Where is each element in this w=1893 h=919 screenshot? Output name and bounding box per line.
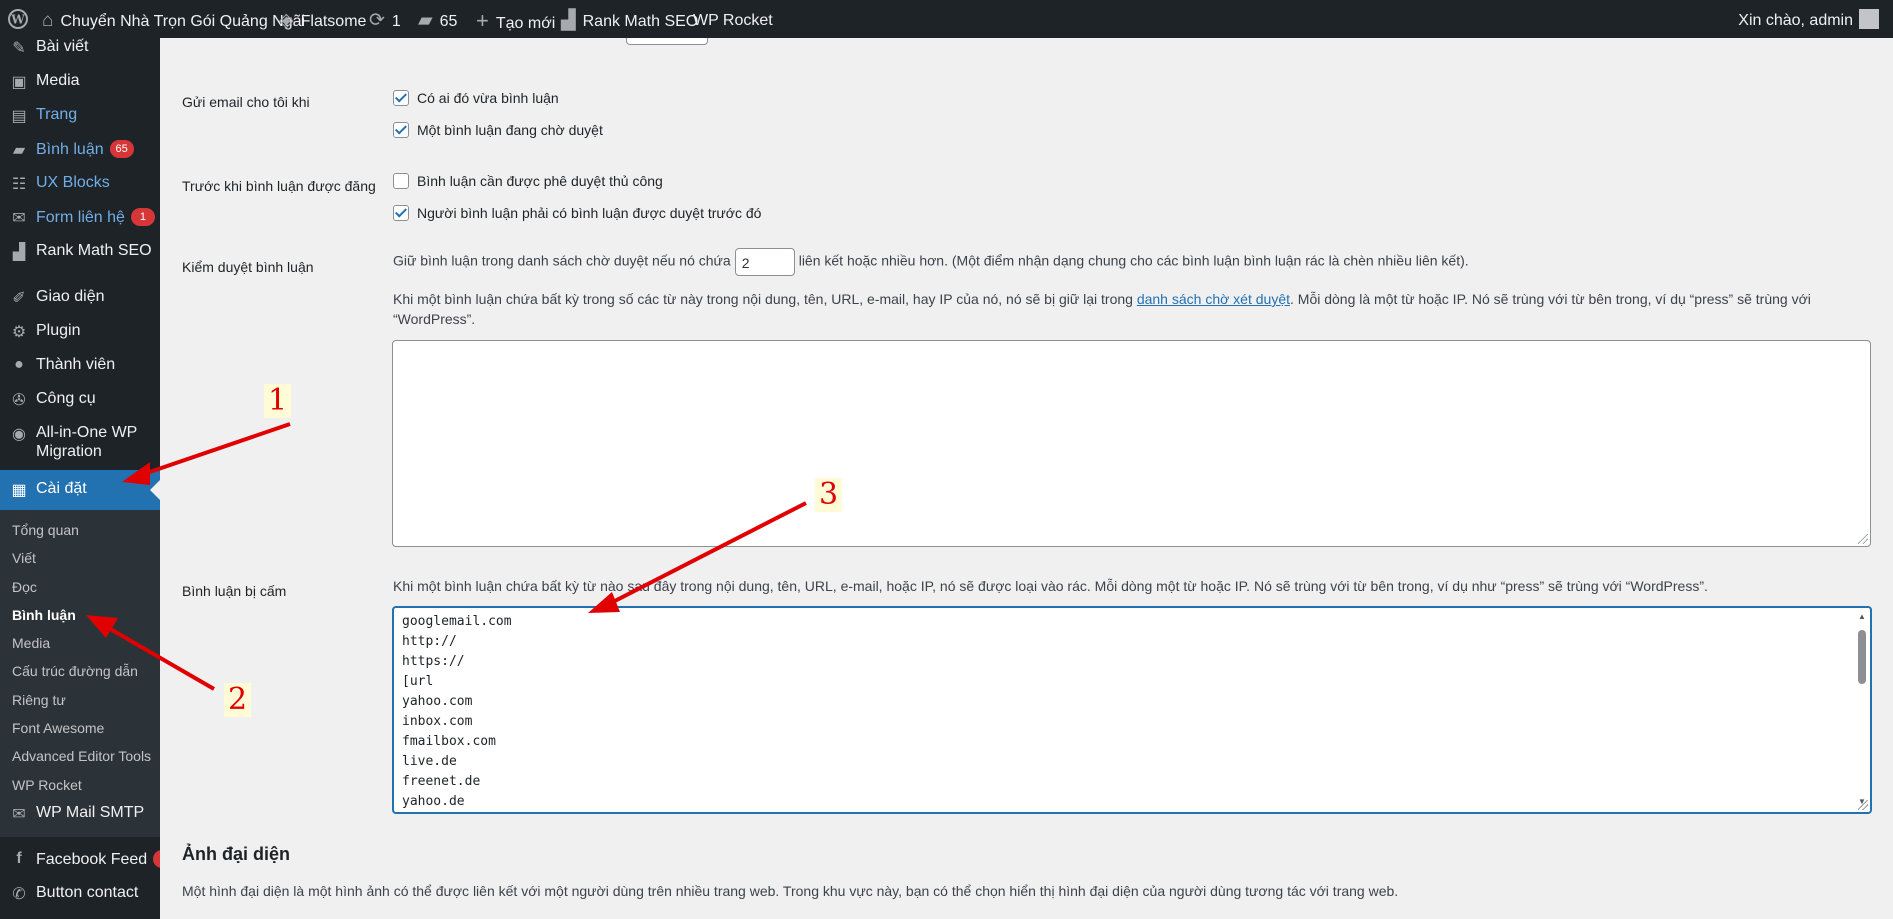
comment-icon: ▰ (12, 142, 26, 159)
account-menu[interactable]: Xin chào, admin (1738, 0, 1879, 38)
form-count-badge: 1 (130, 208, 155, 226)
facebook-icon: f (16, 850, 22, 867)
mail-icon: ✉ (12, 210, 26, 227)
site-name-link[interactable]: ⌂ Chuyển Nhà Trọn Gói Quảng Ngãi (42, 0, 305, 38)
submenu-wp-rocket[interactable]: WP Rocket (12, 777, 82, 793)
rankmath-link[interactable]: ▟ Rank Math SEO (561, 0, 698, 38)
blocklist-scrollbar[interactable]: ▲ ▼ (1856, 612, 1868, 806)
menu-facebook-feed-label: Facebook Feed (36, 851, 148, 868)
blocklist-line: freenet.de (402, 774, 481, 789)
email-me-label: Gửi email cho tôi khi (182, 94, 310, 110)
moderation-links-line: Giữ bình luận trong danh sách chờ duyệt … (393, 248, 1469, 276)
plus-icon: + (476, 8, 489, 33)
wrench-icon: ✇ (12, 392, 26, 409)
menu-contact-form-label: Form liên hệ (36, 209, 125, 226)
resize-handle[interactable] (1858, 534, 1868, 544)
annotation-number-3: 3 (815, 478, 843, 512)
mail-smtp-icon: ✉ (12, 806, 26, 823)
admin-bar: W ⌂ Chuyển Nhà Trọn Gói Quảng Ngãi ◈ Flats… (0, 0, 1893, 38)
home-icon: ⌂ (42, 10, 54, 31)
annotation-number-2: 2 (224, 683, 252, 717)
before-appears-label: Trước khi bình luận được đăng (182, 178, 376, 194)
before-opt-previously-approved[interactable]: Người bình luận phải có bình luận được d… (393, 205, 761, 221)
user-icon: ● (14, 356, 24, 373)
page-icon: ▤ (11, 108, 27, 125)
submenu-permalinks[interactable]: Cấu trúc đường dẫn (12, 663, 138, 679)
wprocket-link[interactable]: WP Rocket (693, 0, 773, 38)
checkbox-previously-approved[interactable] (393, 205, 409, 221)
avatars-section-title: Ảnh đại diện (182, 844, 290, 864)
moderation-links-input[interactable]: 2 (734, 248, 795, 276)
blocklist-line: yahoo.com (402, 694, 473, 709)
moderation-label: Kiểm duyệt bình luận (182, 259, 314, 275)
moderation-description: Khi một bình luận chứa bất kỳ trong số c… (393, 291, 1811, 327)
migration-icon: ◉ (12, 426, 26, 443)
avatar (1859, 9, 1879, 29)
settings-submenu: Tổng quan Viết Đọc Bình luận Media Cấu t… (0, 510, 160, 837)
pending-list-link[interactable]: danh sách chờ xét duyệt (1137, 291, 1290, 307)
avatars-description: Một hình đại diện là một hình ảnh có thể… (182, 883, 1399, 899)
blocklist-line: https:// (402, 654, 465, 669)
updates-link[interactable]: ⟳ 1 (369, 0, 401, 38)
discussion-settings-form: Gửi email cho tôi khi Có ai đó vừa bình … (160, 32, 1893, 919)
annotation-number-1: 1 (264, 384, 292, 418)
blocks-icon: ☷ (11, 176, 27, 193)
menu-comments-label: Bình luận (36, 141, 104, 158)
facebook-count-badge: 1 (153, 850, 160, 868)
chart-icon: ▟ (12, 244, 26, 261)
blocklist-description: Khi một bình luận chứa bất kỳ từ nào sau… (393, 578, 1708, 594)
submenu-font-awesome[interactable]: Font Awesome (12, 720, 104, 736)
pin-icon: ✎ (12, 40, 26, 57)
blocklist-line: http:// (402, 634, 457, 649)
resize-handle[interactable] (1858, 800, 1868, 810)
blocklist-line: [url (402, 674, 434, 689)
blocklist-line: yahoo.de (402, 794, 465, 809)
checkbox-comment-moderation[interactable] (393, 173, 409, 189)
submenu-reading[interactable]: Đọc (12, 579, 37, 595)
comment-count-badge: 65 (109, 140, 134, 158)
blocklist-keys-textarea[interactable]: googlemail.com http:// https:// [url yah… (392, 606, 1872, 814)
comment-bubble-icon: ▰ (418, 10, 433, 31)
new-content-link[interactable]: + Tạo mới (476, 0, 555, 38)
blocklist-line: live.de (402, 754, 457, 769)
email-opt-moderation[interactable]: Một bình luận đang chờ duyệt (393, 122, 603, 138)
brush-icon: ✐ (12, 290, 26, 307)
blocklist-line: inbox.com (402, 714, 473, 729)
checkbox-moderation-notify[interactable] (393, 122, 409, 138)
phone-icon: ✆ (12, 886, 26, 903)
wordpress-logo-icon[interactable]: W (8, 0, 28, 38)
submenu-privacy[interactable]: Riêng tư (12, 692, 66, 708)
blocklist-label: Bình luận bị cấm (182, 583, 287, 599)
media-icon: ▣ (11, 74, 27, 91)
submenu-discussion[interactable]: Bình luận (12, 607, 76, 623)
admin-sidebar: ✎ Bài viết ▣ Media ▤ Trang ▰ Bình luận 65… (0, 38, 160, 919)
flatsome-icon: ◈ (279, 10, 294, 31)
menu-settings[interactable]: ▦ Cài đặt (0, 470, 160, 510)
submenu-media[interactable]: Media (12, 635, 50, 651)
svg-text:W: W (10, 13, 25, 27)
plugin-icon: ⚙ (11, 324, 27, 341)
email-opt-comment-posted[interactable]: Có ai đó vừa bình luận (393, 90, 559, 106)
scroll-thumb[interactable] (1858, 630, 1866, 684)
submenu-writing[interactable]: Viết (12, 550, 36, 566)
theme-link[interactable]: ◈ Flatsome (279, 0, 366, 38)
comments-link[interactable]: ▰ 65 (418, 0, 457, 38)
blocklist-line: googlemail.com (402, 614, 512, 629)
submenu-advanced-editor-tools[interactable]: Advanced Editor Tools (12, 748, 151, 764)
submenu-general[interactable]: Tổng quan (12, 522, 79, 538)
current-menu-notch (150, 480, 160, 500)
menu-migration[interactable]: ◉ All-in-One WP Migration (0, 424, 160, 464)
settings-icon: ▦ (11, 482, 27, 499)
refresh-icon: ⟳ (369, 10, 385, 31)
rankmath-icon: ▟ (561, 10, 576, 31)
before-opt-manual-approval[interactable]: Bình luận cần được phê duyệt thủ công (393, 173, 663, 189)
blocklist-line: fmailbox.com (402, 734, 496, 749)
checkbox-comments-notify[interactable] (393, 90, 409, 106)
scroll-up-arrow-icon[interactable]: ▲ (1856, 612, 1868, 621)
moderation-keys-textarea[interactable] (392, 340, 1871, 547)
